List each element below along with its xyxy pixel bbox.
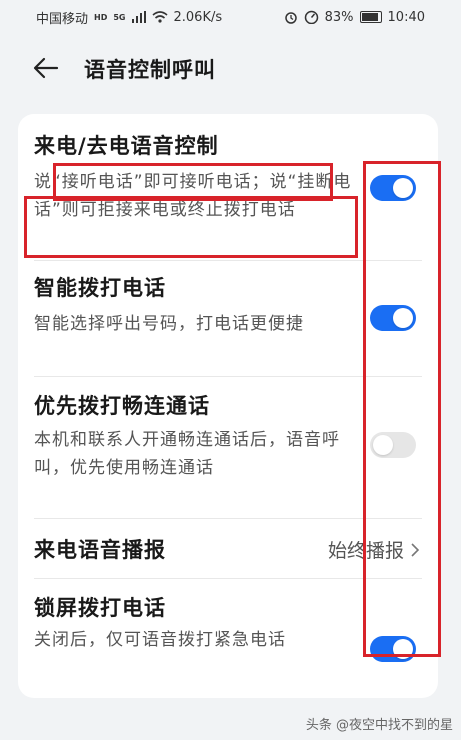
battery-icon bbox=[359, 11, 382, 23]
arrow-left-icon bbox=[33, 57, 59, 79]
setting-title: 来电/去电语音控制 bbox=[34, 134, 219, 158]
wifi-icon bbox=[151, 11, 168, 23]
signal-5g-icon: 5G bbox=[113, 12, 126, 22]
setting-title: 来电语音播报 bbox=[34, 538, 166, 562]
hd-badge: HD bbox=[94, 12, 108, 22]
chevron-right-icon bbox=[411, 542, 420, 557]
toggle-knob bbox=[373, 435, 393, 455]
toggle-knob bbox=[393, 178, 413, 198]
clock: 10:40 bbox=[387, 9, 425, 25]
call-voice-control-toggle[interactable] bbox=[370, 175, 416, 201]
speedometer-icon bbox=[304, 10, 318, 24]
setting-description: 关闭后，仅可语音拨打紧急电话 bbox=[34, 630, 286, 650]
announcement-value-text: 始终播报 bbox=[327, 540, 404, 562]
header: 语音控制呼叫 bbox=[0, 44, 461, 92]
smart-dialing-toggle[interactable] bbox=[370, 305, 416, 331]
setting-incoming-announcement[interactable]: 来电语音播报 始终播报 bbox=[18, 518, 438, 578]
setting-title: 锁屏拨打电话 bbox=[34, 596, 166, 620]
status-left: 中国移动 HD 5G 2.06K/s bbox=[36, 8, 222, 27]
toggle-knob bbox=[393, 639, 413, 659]
toggle-knob bbox=[393, 308, 413, 328]
setting-smart-dialing: 智能拨打电话 智能选择呼出号码，打电话更便捷 bbox=[18, 260, 438, 376]
setting-title: 优先拨打畅连通话 bbox=[34, 394, 210, 418]
network-speed: 2.06K/s bbox=[173, 9, 223, 25]
announcement-value[interactable]: 始终播报 bbox=[328, 536, 420, 563]
setting-description: 说“接听电话”即可接听电话；说“挂断电话”则可拒接来电或终止拨打电话 bbox=[34, 172, 352, 220]
settings-card: 来电/去电语音控制 说“接听电话”即可接听电话；说“挂断电话”则可拒接来电或终止… bbox=[18, 114, 438, 698]
status-bar: 中国移动 HD 5G 2.06K/s 83% 10:40 bbox=[0, 0, 461, 34]
setting-description: 智能选择呼出号码，打电话更便捷 bbox=[34, 314, 304, 334]
setting-description: 本机和联系人开通畅连通话后，语音呼叫，优先使用畅连通话 bbox=[34, 430, 340, 478]
prefer-meetime-toggle[interactable] bbox=[370, 432, 416, 458]
battery-percent: 83% bbox=[324, 9, 354, 25]
status-right: 83% 10:40 bbox=[284, 10, 425, 25]
lockscreen-dialing-toggle[interactable] bbox=[370, 636, 416, 662]
signal-bars-icon bbox=[131, 11, 146, 23]
back-button[interactable] bbox=[30, 52, 62, 84]
carrier-name: 中国移动 bbox=[36, 11, 89, 27]
setting-title: 智能拨打电话 bbox=[34, 276, 166, 300]
page-title: 语音控制呼叫 bbox=[84, 58, 216, 82]
watermark: 头条 @夜空中找不到的星 bbox=[305, 718, 453, 733]
alarm-icon bbox=[284, 12, 297, 24]
setting-prefer-meetime: 优先拨打畅连通话 本机和联系人开通畅连通话后，语音呼叫，优先使用畅连通话 bbox=[18, 376, 438, 518]
setting-lockscreen-dialing: 锁屏拨打电话 关闭后，仅可语音拨打紧急电话 bbox=[18, 578, 438, 698]
setting-call-voice-control: 来电/去电语音控制 说“接听电话”即可接听电话；说“挂断电话”则可拒接来电或终止… bbox=[18, 114, 438, 260]
